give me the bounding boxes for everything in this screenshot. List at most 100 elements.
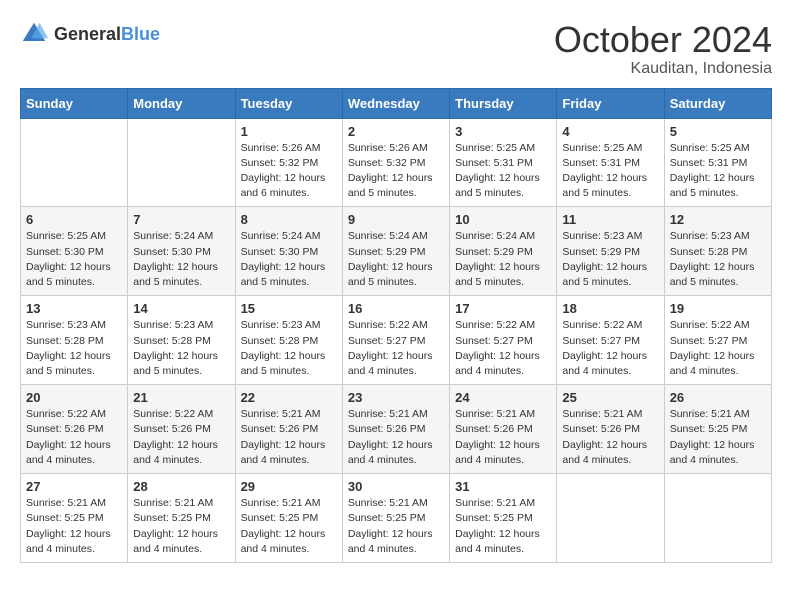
day-info: Sunrise: 5:22 AMSunset: 5:27 PMDaylight:…	[348, 318, 444, 379]
weekday-header-cell: Monday	[128, 88, 235, 118]
weekday-header-cell: Friday	[557, 88, 664, 118]
calendar-day-cell: 2 Sunrise: 5:26 AMSunset: 5:32 PMDaylight…	[342, 118, 449, 207]
day-number: 31	[455, 479, 551, 494]
calendar-day-cell: 25 Sunrise: 5:21 AMSunset: 5:26 PMDayligh…	[557, 385, 664, 474]
day-info: Sunrise: 5:26 AMSunset: 5:32 PMDaylight:…	[241, 141, 337, 202]
title-block: October 2024 Kauditan, Indonesia	[554, 20, 772, 78]
day-number: 7	[133, 212, 229, 227]
day-info: Sunrise: 5:22 AMSunset: 5:27 PMDaylight:…	[562, 318, 658, 379]
day-info: Sunrise: 5:22 AMSunset: 5:27 PMDaylight:…	[670, 318, 766, 379]
day-number: 20	[26, 390, 122, 405]
calendar-day-cell: 24 Sunrise: 5:21 AMSunset: 5:26 PMDayligh…	[450, 385, 557, 474]
location-title: Kauditan, Indonesia	[554, 60, 772, 78]
calendar-day-cell: 10Sunrise: 5:24 AMSunset: 5:29 PMDayligh…	[450, 207, 557, 296]
calendar-body: 1 Sunrise: 5:26 AMSunset: 5:32 PMDaylight…	[21, 118, 772, 562]
weekday-header-cell: Thursday	[450, 88, 557, 118]
calendar-day-cell: 6Sunrise: 5:25 AMSunset: 5:30 PMDaylight…	[21, 207, 128, 296]
calendar-day-cell	[557, 474, 664, 563]
calendar-day-cell: 29 Sunrise: 5:21 AMSunset: 5:25 PMDayligh…	[235, 474, 342, 563]
calendar-day-cell: 4 Sunrise: 5:25 AMSunset: 5:31 PMDaylight…	[557, 118, 664, 207]
calendar-day-cell: 18Sunrise: 5:22 AMSunset: 5:27 PMDayligh…	[557, 296, 664, 385]
day-number: 2	[348, 124, 444, 139]
logo-general-text: General	[54, 24, 121, 44]
calendar-day-cell: 28 Sunrise: 5:21 AMSunset: 5:25 PMDayligh…	[128, 474, 235, 563]
day-info: Sunrise: 5:24 AMSunset: 5:29 PMDaylight:…	[348, 229, 444, 290]
day-number: 15	[241, 301, 337, 316]
day-number: 11	[562, 212, 658, 227]
day-number: 22	[241, 390, 337, 405]
day-info: Sunrise: 5:25 AMSunset: 5:31 PMDaylight:…	[670, 141, 766, 202]
calendar-day-cell: 9 Sunrise: 5:24 AMSunset: 5:29 PMDaylight…	[342, 207, 449, 296]
calendar-week-row: 13 Sunrise: 5:23 AMSunset: 5:28 PMDayligh…	[21, 296, 772, 385]
day-number: 29	[241, 479, 337, 494]
page-header: GeneralBlue October 2024 Kauditan, Indon…	[20, 20, 772, 78]
day-info: Sunrise: 5:22 AMSunset: 5:27 PMDaylight:…	[455, 318, 551, 379]
day-info: Sunrise: 5:21 AMSunset: 5:25 PMDaylight:…	[670, 407, 766, 468]
day-info: Sunrise: 5:21 AMSunset: 5:25 PMDaylight:…	[133, 496, 229, 557]
day-info: Sunrise: 5:24 AMSunset: 5:30 PMDaylight:…	[133, 229, 229, 290]
month-title: October 2024	[554, 20, 772, 60]
day-number: 28	[133, 479, 229, 494]
day-number: 24	[455, 390, 551, 405]
calendar-day-cell: 13Sunrise: 5:23 AMSunset: 5:28 PMDayligh…	[21, 296, 128, 385]
day-number: 8	[241, 212, 337, 227]
weekday-header-cell: Saturday	[664, 88, 771, 118]
calendar-week-row: 1 Sunrise: 5:26 AMSunset: 5:32 PMDaylight…	[21, 118, 772, 207]
calendar-day-cell: 21Sunrise: 5:22 AMSunset: 5:26 PMDayligh…	[128, 385, 235, 474]
logo: GeneralBlue	[20, 20, 160, 48]
day-info: Sunrise: 5:21 AMSunset: 5:26 PMDaylight:…	[348, 407, 444, 468]
day-info: Sunrise: 5:21 AMSunset: 5:26 PMDaylight:…	[562, 407, 658, 468]
day-number: 30	[348, 479, 444, 494]
day-number: 25	[562, 390, 658, 405]
day-number: 26	[670, 390, 766, 405]
day-info: Sunrise: 5:25 AMSunset: 5:30 PMDaylight:…	[26, 229, 122, 290]
calendar-day-cell: 23 Sunrise: 5:21 AMSunset: 5:26 PMDayligh…	[342, 385, 449, 474]
calendar-day-cell: 3 Sunrise: 5:25 AMSunset: 5:31 PMDaylight…	[450, 118, 557, 207]
day-number: 3	[455, 124, 551, 139]
day-info: Sunrise: 5:24 AMSunset: 5:30 PMDaylight:…	[241, 229, 337, 290]
day-number: 14	[133, 301, 229, 316]
calendar-day-cell: 26 Sunrise: 5:21 AMSunset: 5:25 PMDayligh…	[664, 385, 771, 474]
day-number: 21	[133, 390, 229, 405]
calendar-week-row: 6Sunrise: 5:25 AMSunset: 5:30 PMDaylight…	[21, 207, 772, 296]
day-number: 5	[670, 124, 766, 139]
calendar-day-cell	[664, 474, 771, 563]
day-number: 19	[670, 301, 766, 316]
day-number: 16	[348, 301, 444, 316]
calendar-day-cell: 5 Sunrise: 5:25 AMSunset: 5:31 PMDaylight…	[664, 118, 771, 207]
day-number: 27	[26, 479, 122, 494]
day-info: Sunrise: 5:23 AMSunset: 5:29 PMDaylight:…	[562, 229, 658, 290]
calendar-day-cell: 1 Sunrise: 5:26 AMSunset: 5:32 PMDaylight…	[235, 118, 342, 207]
day-number: 10	[455, 212, 551, 227]
calendar-day-cell: 31 Sunrise: 5:21 AMSunset: 5:25 PMDayligh…	[450, 474, 557, 563]
calendar-day-cell: 12Sunrise: 5:23 AMSunset: 5:28 PMDayligh…	[664, 207, 771, 296]
calendar-day-cell: 19 Sunrise: 5:22 AMSunset: 5:27 PMDayligh…	[664, 296, 771, 385]
day-number: 1	[241, 124, 337, 139]
calendar-day-cell: 20Sunrise: 5:22 AMSunset: 5:26 PMDayligh…	[21, 385, 128, 474]
calendar-day-cell: 14Sunrise: 5:23 AMSunset: 5:28 PMDayligh…	[128, 296, 235, 385]
day-info: Sunrise: 5:21 AMSunset: 5:26 PMDaylight:…	[455, 407, 551, 468]
calendar-day-cell: 16 Sunrise: 5:22 AMSunset: 5:27 PMDayligh…	[342, 296, 449, 385]
logo-icon	[20, 20, 48, 48]
day-number: 4	[562, 124, 658, 139]
calendar-day-cell: 15 Sunrise: 5:23 AMSunset: 5:28 PMDayligh…	[235, 296, 342, 385]
calendar-day-cell: 30Sunrise: 5:21 AMSunset: 5:25 PMDayligh…	[342, 474, 449, 563]
calendar-day-cell: 8 Sunrise: 5:24 AMSunset: 5:30 PMDaylight…	[235, 207, 342, 296]
day-info: Sunrise: 5:21 AMSunset: 5:25 PMDaylight:…	[455, 496, 551, 557]
day-number: 17	[455, 301, 551, 316]
logo-blue-text: Blue	[121, 24, 160, 44]
day-info: Sunrise: 5:25 AMSunset: 5:31 PMDaylight:…	[562, 141, 658, 202]
calendar-table: SundayMondayTuesdayWednesdayThursdayFrid…	[20, 88, 772, 563]
day-info: Sunrise: 5:25 AMSunset: 5:31 PMDaylight:…	[455, 141, 551, 202]
calendar-week-row: 27 Sunrise: 5:21 AMSunset: 5:25 PMDayligh…	[21, 474, 772, 563]
day-number: 13	[26, 301, 122, 316]
calendar-day-cell: 7 Sunrise: 5:24 AMSunset: 5:30 PMDaylight…	[128, 207, 235, 296]
day-number: 9	[348, 212, 444, 227]
day-number: 23	[348, 390, 444, 405]
calendar-day-cell: 11 Sunrise: 5:23 AMSunset: 5:29 PMDayligh…	[557, 207, 664, 296]
calendar-week-row: 20Sunrise: 5:22 AMSunset: 5:26 PMDayligh…	[21, 385, 772, 474]
weekday-header-cell: Wednesday	[342, 88, 449, 118]
day-info: Sunrise: 5:23 AMSunset: 5:28 PMDaylight:…	[241, 318, 337, 379]
day-info: Sunrise: 5:26 AMSunset: 5:32 PMDaylight:…	[348, 141, 444, 202]
day-info: Sunrise: 5:21 AMSunset: 5:25 PMDaylight:…	[241, 496, 337, 557]
